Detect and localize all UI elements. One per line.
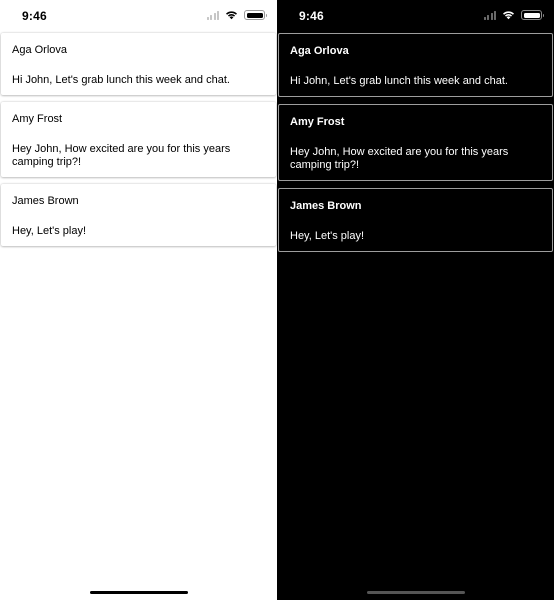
sender-name: James Brown [290,200,362,212]
battery-icon [521,10,544,20]
message-preview: Hey, Let's play! [290,230,365,242]
sender-name: James Brown [12,195,79,207]
message-preview: Hi John, Let's grab lunch this week and … [12,74,230,86]
sender-name: Aga Orlova [290,45,349,57]
sender-name: Amy Frost [290,116,345,128]
status-icons [483,10,544,20]
cellular-signal-icon [483,10,496,20]
status-bar: 9:46 [277,0,554,32]
message-card[interactable]: Aga Orlova Hi John, Let's grab lunch thi… [278,33,553,97]
wifi-icon [225,10,238,20]
status-time: 9:46 [22,9,47,23]
status-time: 9:46 [299,9,324,23]
message-preview: Hey John, How excited are you for this y… [12,143,231,168]
battery-icon [244,10,267,20]
dark-mode-screen: 9:46 Aga Orlova Hi John, Let's grab lunc… [277,0,554,600]
cellular-signal-icon [206,10,219,20]
message-card[interactable]: James Brown Hey, Let's play! [278,188,553,252]
message-preview: Hey John, How excited are you for this y… [290,146,509,171]
home-indicator[interactable] [89,591,188,594]
message-card[interactable]: Amy Frost Hey John, How excited are you … [1,102,276,177]
message-preview: Hey, Let's play! [12,225,87,237]
sender-name: Amy Frost [12,113,63,125]
home-indicator[interactable] [366,591,465,594]
message-list: Aga Orlova Hi John, Let's grab lunch thi… [278,33,553,259]
status-bar: 9:46 [0,0,277,32]
wifi-icon [502,10,515,20]
message-card[interactable]: Amy Frost Hey John, How excited are you … [278,104,553,181]
message-card[interactable]: Aga Orlova Hi John, Let's grab lunch thi… [1,33,276,95]
sender-name: Aga Orlova [12,44,68,56]
message-preview: Hi John, Let's grab lunch this week and … [290,75,508,87]
message-card[interactable]: James Brown Hey, Let's play! [1,184,276,246]
light-mode-screen: 9:46 Aga Orlova Hi John, Let's grab lunc… [0,0,277,600]
status-icons [206,10,267,20]
message-list: Aga Orlova Hi John, Let's grab lunch thi… [1,33,276,253]
